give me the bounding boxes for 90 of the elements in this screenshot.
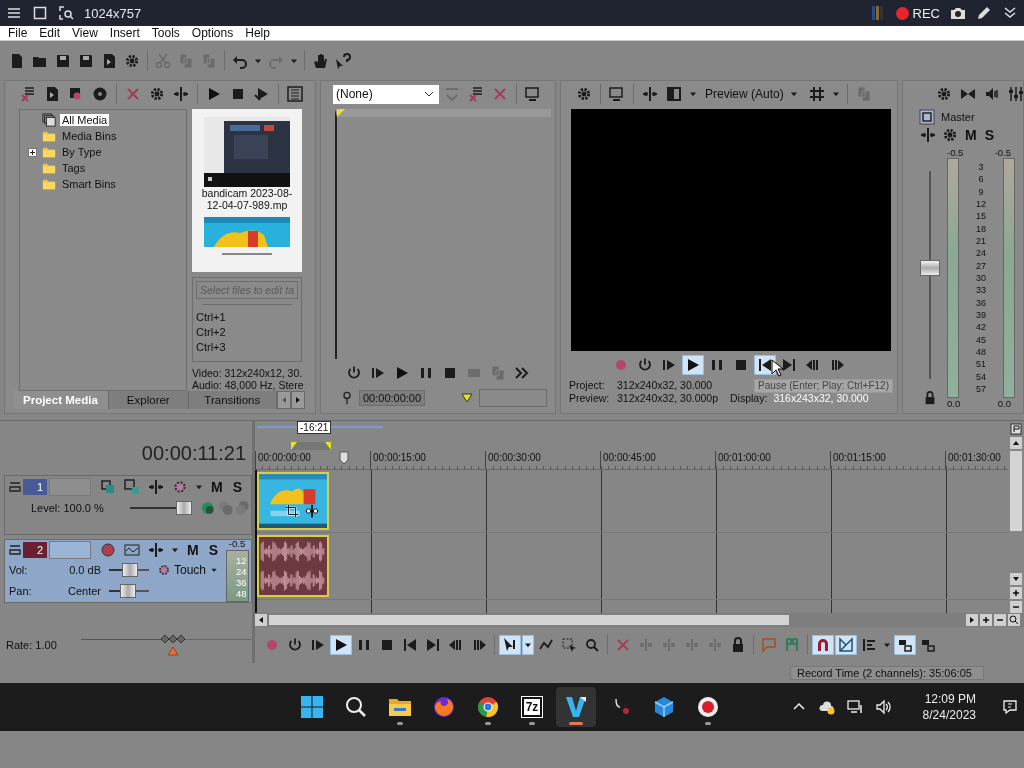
tooltip: Pause (Enter; Play: Ctrl+F12) (754, 379, 893, 393)
meter-scale-label: 39 (976, 309, 986, 320)
peak-reading: -0.5 (947, 147, 964, 158)
menu-item[interactable]: Tools (151, 26, 180, 40)
tree-item[interactable]: All Media (60, 114, 110, 126)
tree-item[interactable]: Media Bins (60, 130, 119, 142)
mute-button[interactable]: M (961, 126, 981, 144)
preview-quality-dropdown[interactable]: Preview (Auto) (701, 87, 804, 101)
loop-length-label: -16:21 (297, 421, 332, 434)
bus-title: Master (941, 111, 975, 123)
automation-dropdown[interactable]: Touch (157, 563, 220, 577)
info-label: Project: (569, 379, 606, 392)
meter-scale-label: 12 (235, 555, 247, 566)
peak-reading: -0.5 (228, 538, 246, 550)
info-value: 316x243x32, 30.000 (773, 392, 869, 406)
meter-scale-label: 48 (235, 588, 247, 599)
panel-tab[interactable]: Explorer (108, 391, 189, 409)
level-reading: 0.0 (997, 398, 1011, 409)
meter-scale-label: 42 (976, 322, 986, 333)
volume-reading: 0.0 dB (68, 564, 101, 576)
info-value: 312x240x32, 30.000 (617, 379, 713, 392)
meter-scale-label: 9 (978, 186, 984, 197)
meter-scale-label: 36 (976, 297, 986, 308)
meter-scale-label: 30 (976, 272, 986, 283)
record-time-status: Record Time (2 channels): 35:06:05 (790, 666, 984, 680)
info-label: Display: (730, 392, 768, 406)
solo-button[interactable]: S (980, 126, 998, 144)
record-button[interactable]: REC (895, 5, 940, 21)
media-info: Audio: 48,000 Hz, Stere (192, 379, 302, 391)
peak-reading: -0.5 (994, 147, 1011, 158)
meter-scale-label: 24 (235, 566, 247, 577)
pan-reading: Center (66, 585, 101, 597)
meter-scale-label: 6 (978, 174, 984, 185)
media-info: Video: 312x240x12, 30. (192, 367, 302, 379)
timecode-display: 00:00:11:21 (141, 442, 246, 465)
panel-tab[interactable]: Transitions (188, 391, 277, 409)
media-caption: 12-04-07-989.mp (206, 199, 288, 211)
ruler-label: 00:00:30:00 (485, 451, 600, 469)
timecode-field[interactable]: 00:00:00:00 (359, 390, 426, 406)
track-number: 2 (23, 542, 47, 558)
meter-scale-label: 33 (976, 285, 986, 296)
ruler-label: 00:00:45:00 (600, 451, 715, 469)
menu-item[interactable]: Help (245, 26, 270, 40)
menu-item[interactable]: File (8, 26, 28, 40)
pan-label: Pan: (9, 585, 33, 597)
ruler-label: 00:01:15:00 (830, 451, 945, 469)
level-label: Level: 100.0 % (30, 502, 105, 514)
clock-date[interactable]: 8/24/2023 (922, 707, 976, 723)
solo-button[interactable]: S (228, 478, 246, 496)
tree-item[interactable]: Tags (60, 162, 88, 174)
solo-button[interactable]: S (204, 541, 222, 559)
rate-label: Rate: 1.00 (6, 639, 57, 651)
mute-button[interactable]: M (207, 478, 227, 496)
track-header[interactable]: 1 M S Level: 100.0 % (4, 475, 252, 535)
meter-scale-label: 24 (976, 248, 986, 259)
tree-item[interactable]: By Type (60, 146, 104, 158)
meter-scale-label: 21 (976, 235, 986, 246)
info-label: Preview: (569, 392, 611, 406)
shortcut-label: Ctrl+3 (196, 340, 227, 355)
meter-scale-label: 54 (976, 371, 986, 382)
window-title: 1024x757 (84, 5, 142, 21)
mute-button[interactable]: M (183, 541, 203, 559)
meter-scale-label: 12 (976, 199, 986, 209)
menu-item[interactable]: View (72, 26, 98, 40)
menu-item[interactable]: Insert (109, 26, 140, 40)
info-value: 312x240x32, 30.000p (617, 392, 718, 406)
meter-scale-label: 15 (976, 211, 986, 222)
track-number: 1 (23, 479, 47, 495)
shortcut-label: Ctrl+1 (196, 310, 227, 325)
meter-scale-label: 45 (976, 334, 986, 345)
menu-item[interactable]: Edit (39, 26, 61, 40)
media-caption: bandicam 2023-08- (201, 187, 293, 199)
meter-scale-label: 18 (976, 223, 986, 234)
level-reading: 0.0 (947, 398, 961, 409)
preset-dropdown[interactable]: (None) (333, 84, 439, 104)
track-header[interactable]: 2 M S Vol: 0.0 dB Touch Pan: Center -0.5 12 24 36 48 (4, 539, 252, 603)
meter-scale-label: 51 (976, 359, 986, 370)
archive-app-button[interactable]: 7z (512, 687, 552, 727)
meter-scale-label: 3 (978, 162, 984, 172)
menu-item[interactable]: Options (191, 26, 234, 40)
volume-label: Vol: (9, 564, 29, 576)
meter-scale-label: 57 (976, 383, 986, 394)
ruler-label: 00:00:15:00 (370, 451, 485, 469)
meter-scale-label: 27 (976, 260, 986, 271)
ruler-label: 00:01:00:00 (715, 451, 830, 469)
clock-time[interactable]: 12:09 PM (924, 691, 976, 707)
shortcut-label: Ctrl+2 (196, 325, 227, 340)
tree-item[interactable]: Smart Bins (60, 178, 118, 190)
meter-scale-label: 36 (235, 577, 247, 588)
meter-scale-label: 48 (976, 346, 986, 357)
